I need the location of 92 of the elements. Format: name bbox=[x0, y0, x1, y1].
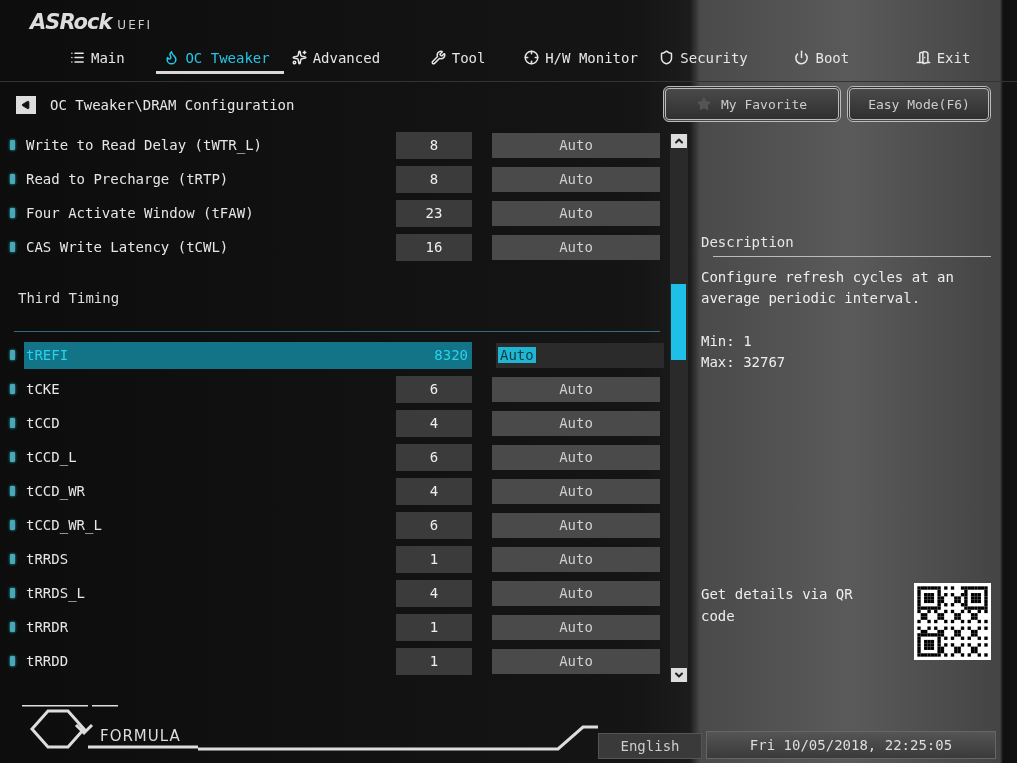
value-field[interactable]: 1 bbox=[396, 647, 472, 675]
top-button[interactable]: Easy Mode(F6) bbox=[847, 86, 991, 122]
option-dropdown[interactable]: Auto bbox=[492, 132, 660, 158]
info-icon bbox=[10, 622, 15, 632]
option-dropdown[interactable]: Auto bbox=[492, 200, 660, 226]
value-field[interactable]: 6 bbox=[396, 443, 472, 471]
setting-label[interactable]: tRRDS bbox=[24, 545, 396, 573]
date-time: Fri 10/05/2018, 22:25:05 bbox=[706, 731, 996, 759]
value-field[interactable]: 4 bbox=[396, 579, 472, 607]
setting-label[interactable]: Write to Read Delay (tWTR_L) bbox=[24, 131, 396, 159]
value-field[interactable]: 8 bbox=[396, 131, 472, 159]
setting-label[interactable]: Four Activate Window (tFAW) bbox=[24, 199, 396, 227]
info-icon bbox=[10, 350, 15, 360]
menu-tab[interactable]: Tool bbox=[422, 44, 517, 74]
menu-tab[interactable]: H/W Monitor bbox=[516, 44, 652, 74]
qr-code-icon bbox=[914, 583, 991, 660]
value-field[interactable]: 6 bbox=[396, 511, 472, 539]
logo-suffix: UEFI bbox=[117, 18, 153, 32]
wrench-icon bbox=[430, 50, 446, 65]
option-dropdown[interactable]: Auto bbox=[496, 342, 664, 368]
breadcrumb: OC Tweaker\DRAM Configuration bbox=[50, 97, 295, 113]
menu-tab[interactable]: Security bbox=[651, 44, 787, 74]
scroll-thumb[interactable] bbox=[671, 284, 686, 360]
option-dropdown[interactable]: Auto bbox=[492, 580, 660, 606]
max-value: Max: 32767 bbox=[701, 353, 787, 372]
setting-label[interactable]: tRRDD bbox=[24, 647, 396, 675]
setting-label[interactable]: tCCD bbox=[24, 409, 396, 437]
info-icon bbox=[10, 486, 15, 496]
value-field[interactable]: 8 bbox=[396, 165, 472, 193]
flame-icon bbox=[164, 50, 180, 65]
value-field[interactable]: 16 bbox=[396, 233, 472, 261]
value-field[interactable]: 6 bbox=[396, 375, 472, 403]
value-field[interactable]: 1 bbox=[396, 613, 472, 641]
setting-label[interactable]: tCKE bbox=[24, 375, 396, 403]
min-value: Min: 1 bbox=[701, 332, 753, 351]
brand-logo: ASRock bbox=[30, 10, 112, 34]
setting-label[interactable]: tCCD_WR bbox=[24, 477, 396, 505]
option-dropdown[interactable]: Auto bbox=[492, 512, 660, 538]
info-icon bbox=[10, 520, 15, 530]
star-icon bbox=[291, 50, 307, 65]
value-field[interactable]: 1 bbox=[396, 545, 472, 573]
info-icon bbox=[10, 554, 15, 564]
scroll-up-button[interactable] bbox=[671, 134, 687, 148]
option-dropdown[interactable]: Auto bbox=[492, 648, 660, 674]
value-field[interactable]: 23 bbox=[396, 199, 472, 227]
list-icon bbox=[70, 50, 85, 65]
setting-label[interactable]: tRRDS_L bbox=[24, 579, 396, 607]
setting-label[interactable]: CAS Write Latency (tCWL) bbox=[24, 233, 396, 261]
option-dropdown[interactable]: Auto bbox=[492, 546, 660, 572]
option-dropdown[interactable]: Auto bbox=[492, 166, 660, 192]
section-heading: Third Timing bbox=[18, 289, 121, 306]
setting-label[interactable]: tCCD_L bbox=[24, 443, 396, 471]
formula-logo-text: FORMULA bbox=[100, 727, 181, 745]
crosshair-icon bbox=[524, 50, 540, 65]
menu-tab[interactable]: Main bbox=[62, 44, 157, 74]
description-text: Configure refresh cycles at an average periodic interval. bbox=[701, 268, 955, 308]
setting-label[interactable]: tRRDR bbox=[24, 613, 396, 641]
door-icon bbox=[915, 50, 931, 65]
info-icon bbox=[10, 242, 15, 252]
language-button[interactable]: English bbox=[598, 733, 702, 759]
info-icon bbox=[10, 588, 15, 598]
power-icon bbox=[794, 50, 810, 65]
info-icon bbox=[10, 656, 15, 666]
option-dropdown[interactable]: Auto bbox=[492, 444, 660, 470]
menu-tab[interactable]: OC Tweaker bbox=[156, 44, 284, 74]
shield-icon bbox=[659, 50, 675, 65]
option-dropdown[interactable]: Auto bbox=[492, 478, 660, 504]
setting-label[interactable]: Read to Precharge (tRTP) bbox=[24, 165, 396, 193]
menu-tab[interactable]: Advanced bbox=[283, 44, 423, 74]
value-field[interactable]: 4 bbox=[396, 409, 472, 437]
option-dropdown[interactable]: Auto bbox=[492, 376, 660, 402]
menu-tab[interactable]: Exit bbox=[907, 44, 1017, 74]
info-icon bbox=[10, 140, 15, 150]
info-icon bbox=[10, 452, 15, 462]
description-title: Description bbox=[701, 234, 795, 250]
info-icon bbox=[10, 418, 15, 428]
info-icon bbox=[10, 174, 15, 184]
info-icon bbox=[10, 208, 15, 218]
triangle-icon bbox=[21, 100, 31, 110]
scrollbar[interactable] bbox=[670, 134, 688, 682]
option-dropdown[interactable]: Auto bbox=[492, 410, 660, 436]
option-dropdown[interactable]: Auto bbox=[492, 614, 660, 640]
info-icon bbox=[10, 384, 15, 394]
setting-label[interactable]: tCCD_WR_L bbox=[24, 511, 396, 539]
value-field[interactable]: 4 bbox=[396, 477, 472, 505]
scroll-down-button[interactable] bbox=[671, 668, 687, 682]
option-dropdown[interactable]: Auto bbox=[492, 234, 660, 260]
qr-hint: Get details via QR code bbox=[701, 585, 854, 626]
top-button[interactable]: My Favorite bbox=[663, 86, 841, 122]
star-icon bbox=[696, 97, 711, 111]
menu-tab[interactable]: Boot bbox=[786, 44, 908, 74]
back-button[interactable] bbox=[16, 96, 36, 114]
